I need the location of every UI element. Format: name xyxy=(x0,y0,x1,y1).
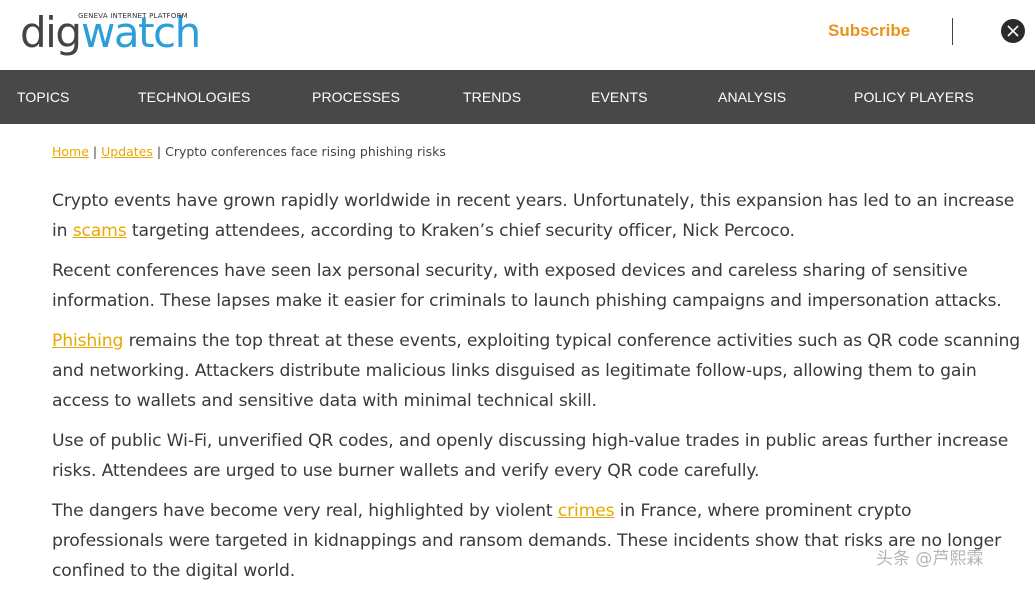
breadcrumb-current: Crypto conferences face rising phishing … xyxy=(165,144,446,159)
breadcrumb-updates-link[interactable]: Updates xyxy=(101,144,153,159)
nav-item-technologies[interactable]: TECHNOLOGIES xyxy=(138,70,250,124)
article-paragraph: Crypto events have grown rapidly worldwi… xyxy=(52,186,1020,246)
breadcrumb-home-link[interactable]: Home xyxy=(52,144,89,159)
breadcrumb-separator: | xyxy=(92,144,98,159)
digwatch-logo[interactable]: dig watch GENEVA INTERNET PLATFORM xyxy=(20,8,210,58)
nav-item-trends[interactable]: TRENDS xyxy=(463,70,521,124)
nav-item-topics[interactable]: TOPICS xyxy=(17,70,69,124)
watermark: 头条 @芦熙霖 xyxy=(876,549,984,569)
nav-item-events[interactable]: EVENTS xyxy=(591,70,648,124)
article-paragraph: The dangers have become very real, highl… xyxy=(52,496,1020,586)
logo-dig-text: dig xyxy=(20,8,82,57)
crimes-link[interactable]: crimes xyxy=(558,501,615,521)
paragraph-text: remains the top threat at these events, … xyxy=(52,331,1020,411)
main-nav: TOPICS TECHNOLOGIES PROCESSES TRENDS EVE… xyxy=(0,70,1035,124)
site-header: dig watch GENEVA INTERNET PLATFORM Subsc… xyxy=(0,0,1035,70)
x-twitter-icon[interactable] xyxy=(1001,19,1025,43)
logo-tagline: GENEVA INTERNET PLATFORM xyxy=(78,12,188,20)
nav-item-policy-players[interactable]: POLICY PLAYERS xyxy=(854,70,974,124)
scams-link[interactable]: scams xyxy=(73,221,127,241)
breadcrumb-separator: | xyxy=(156,144,162,159)
phishing-link[interactable]: Phishing xyxy=(52,331,123,351)
article-paragraph: Recent conferences have seen lax persona… xyxy=(52,261,1002,311)
article-paragraph: Phishing remains the top threat at these… xyxy=(52,326,1020,416)
article-paragraph: Use of public Wi-Fi, unverified QR codes… xyxy=(52,431,1009,481)
paragraph-text: The dangers have become very real, highl… xyxy=(52,501,558,521)
paragraph-text: targeting attendees, according to Kraken… xyxy=(126,221,795,241)
subscribe-link[interactable]: Subscribe xyxy=(828,21,910,41)
breadcrumb: Home | Updates | Crypto conferences face… xyxy=(52,144,446,159)
article-body: Crypto events have grown rapidly worldwi… xyxy=(52,186,1020,594)
header-divider xyxy=(952,18,953,45)
nav-item-processes[interactable]: PROCESSES xyxy=(312,70,400,124)
nav-item-analysis[interactable]: ANALYSIS xyxy=(718,70,786,124)
